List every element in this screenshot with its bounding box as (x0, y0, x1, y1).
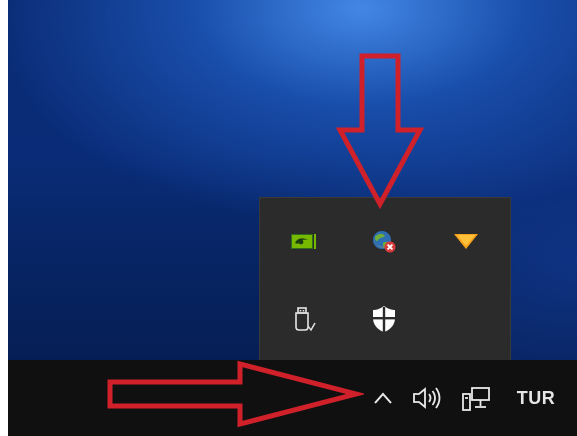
taskbar: TUR (8, 360, 577, 436)
language-label: TUR (516, 387, 556, 408)
show-hidden-icons-chevron-up-icon[interactable] (368, 382, 398, 414)
network-wired-icon[interactable] (456, 382, 496, 414)
orange-triangle-app-icon[interactable] (450, 225, 482, 257)
nvidia-icon[interactable] (287, 225, 319, 257)
windows-defender-shield-icon[interactable] (368, 303, 400, 335)
screenshot: TUR (8, 0, 577, 436)
usb-safely-remove-icon[interactable] (287, 303, 319, 335)
input-language-indicator[interactable]: TUR (506, 382, 566, 414)
network-warning-globe-icon[interactable] (368, 225, 400, 257)
notification-area-overflow-flyout (259, 197, 511, 360)
volume-speaker-icon[interactable] (408, 382, 448, 414)
